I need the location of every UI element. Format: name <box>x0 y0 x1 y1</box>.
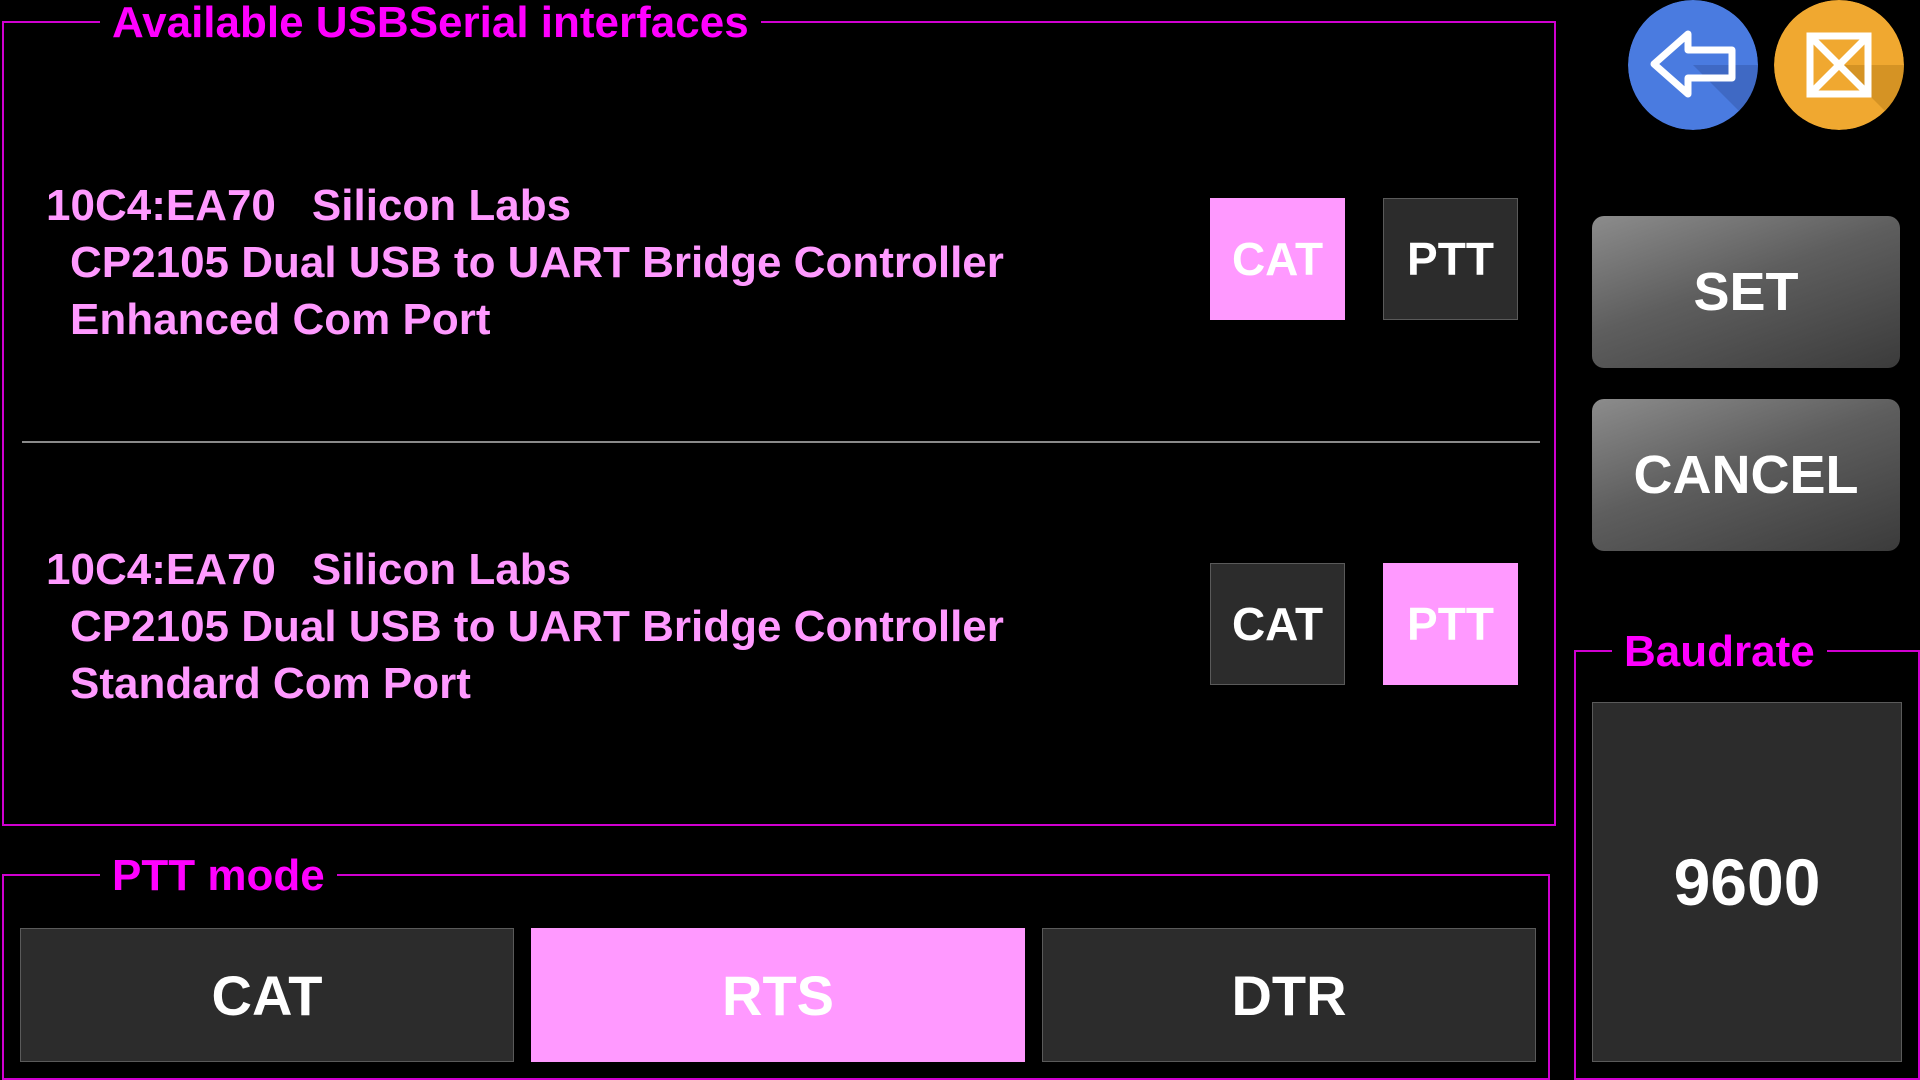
cancel-button[interactable]: CANCEL <box>1592 399 1900 551</box>
set-button[interactable]: SET <box>1592 216 1900 368</box>
device-product: CP2105 Dual USB to UART Bridge Controlle… <box>70 602 1004 651</box>
device-id-line: 10C4:EA70 Silicon Labs <box>46 541 1004 598</box>
device-vendor: Silicon Labs <box>311 181 572 230</box>
device-row-1: 10C4:EA70 Silicon Labs CP2105 Dual USB to… <box>4 23 1554 441</box>
device-id-line: 10C4:EA70 Silicon Labs <box>46 177 1004 234</box>
device-info: 10C4:EA70 Silicon Labs CP2105 Dual USB to… <box>46 541 1004 712</box>
device-interface: Enhanced Com Port <box>70 295 491 344</box>
ptt-mode-cat-button[interactable]: CAT <box>20 928 514 1062</box>
device-1-cat-button[interactable]: CAT <box>1210 198 1345 320</box>
device-vendor: Silicon Labs <box>311 545 572 594</box>
device-product: CP2105 Dual USB to UART Bridge Controlle… <box>70 238 1004 287</box>
baudrate-title: Baudrate <box>1612 624 1827 680</box>
usb-serial-settings-screen: Available USBSerial interfaces 10C4:EA70… <box>0 0 1920 1080</box>
device-2-cat-button[interactable]: CAT <box>1210 563 1345 685</box>
device-row-2: 10C4:EA70 Silicon Labs CP2105 Dual USB to… <box>4 443 1554 828</box>
baudrate-panel: Baudrate 9600 <box>1574 624 1920 1080</box>
device-vid-pid: 10C4:EA70 <box>46 181 276 230</box>
close-button[interactable] <box>1774 0 1904 130</box>
device-info: 10C4:EA70 Silicon Labs CP2105 Dual USB to… <box>46 177 1004 348</box>
device-interface: Standard Com Port <box>70 659 471 708</box>
device-vid-pid: 10C4:EA70 <box>46 545 276 594</box>
baudrate-value-button[interactable]: 9600 <box>1592 702 1902 1062</box>
ptt-mode-rts-button[interactable]: RTS <box>531 928 1025 1062</box>
back-arrow-icon <box>1628 0 1758 130</box>
ptt-mode-dtr-button[interactable]: DTR <box>1042 928 1536 1062</box>
usb-interfaces-panel: Available USBSerial interfaces 10C4:EA70… <box>2 0 1556 828</box>
close-box-icon <box>1774 0 1904 130</box>
back-button[interactable] <box>1628 0 1758 130</box>
ptt-mode-panel: PTT mode CAT RTS DTR <box>2 848 1550 1080</box>
device-1-ptt-button[interactable]: PTT <box>1383 198 1518 320</box>
ptt-mode-title: PTT mode <box>100 848 337 904</box>
device-2-ptt-button[interactable]: PTT <box>1383 563 1518 685</box>
